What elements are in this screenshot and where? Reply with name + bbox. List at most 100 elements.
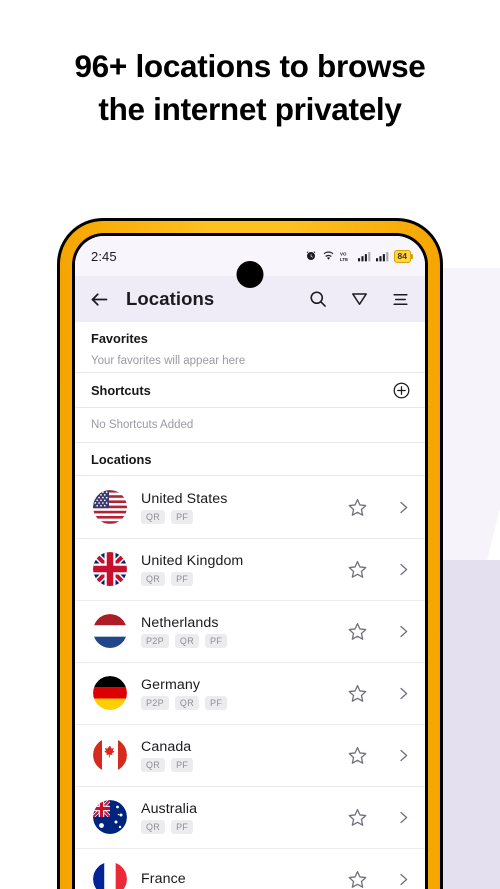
- tag-pf: PF: [171, 757, 194, 772]
- star-outline-icon[interactable]: [347, 621, 368, 642]
- star-outline-icon[interactable]: [347, 807, 368, 828]
- tag-pf: PF: [171, 571, 194, 586]
- location-row-au[interactable]: Australia QR PF: [75, 786, 425, 848]
- flag-icon-gb: [93, 552, 127, 586]
- row-actions: [347, 869, 411, 889]
- location-row-nl[interactable]: Netherlands P2P QR PF: [75, 600, 425, 662]
- page-title: Locations: [126, 288, 215, 309]
- chevron-right-icon[interactable]: [396, 624, 411, 639]
- location-name: United Kingdom: [141, 552, 244, 569]
- phone-mockup: 2:45 VO LTE 84 Locations Favorites Your …: [57, 218, 443, 889]
- section-header-shortcuts: Shortcuts: [75, 373, 425, 407]
- location-text: Canada QR PF: [141, 738, 194, 772]
- row-actions: [347, 621, 411, 642]
- row-actions: [347, 745, 411, 766]
- location-tags: QR PF: [141, 819, 197, 834]
- tag-p2p: P2P: [141, 695, 169, 710]
- star-outline-icon[interactable]: [347, 745, 368, 766]
- location-name: Australia: [141, 800, 198, 817]
- locations-list[interactable]: United States QR PF United Kingdom QR PF Net…: [75, 476, 425, 889]
- location-tags: QR PF: [141, 509, 227, 524]
- back-arrow-icon[interactable]: [89, 289, 110, 310]
- signal-bars-icon: [357, 251, 370, 261]
- location-name: Canada: [141, 738, 192, 755]
- locations-content[interactable]: Favorites Your favorites will appear her…: [75, 322, 425, 889]
- location-name: Netherlands: [141, 614, 219, 631]
- tag-pf: PF: [171, 509, 194, 524]
- tag-qr: QR: [141, 819, 166, 834]
- star-outline-icon[interactable]: [347, 497, 368, 518]
- location-tags: P2P QR PF: [141, 695, 228, 710]
- favorites-empty-text: Your favorites will appear here: [91, 355, 246, 367]
- location-row-us[interactable]: United States QR PF: [75, 476, 425, 538]
- tag-p2p: P2P: [141, 633, 169, 648]
- location-row-ca[interactable]: Canada QR PF: [75, 724, 425, 786]
- shortcuts-title: Shortcuts: [91, 382, 151, 398]
- headline-line-1: 96+ locations to browse: [74, 48, 426, 84]
- location-tags: P2P QR PF: [141, 633, 228, 648]
- location-name: France: [141, 871, 186, 887]
- location-text: Australia QR PF: [141, 801, 197, 834]
- favorites-title: Favorites: [91, 330, 148, 346]
- location-text: United Kingdom QR PF: [141, 553, 243, 586]
- row-actions: [347, 683, 411, 704]
- tag-qr: QR: [174, 695, 200, 710]
- location-tags: QR PF: [141, 757, 194, 772]
- row-actions: [347, 807, 411, 828]
- star-outline-icon[interactable]: [347, 869, 368, 889]
- svg-text:LTE: LTE: [340, 257, 348, 262]
- filter-icon[interactable]: [350, 290, 369, 309]
- plus-circle-icon[interactable]: [392, 381, 411, 400]
- flag-icon-fr: [93, 862, 127, 889]
- phone-frame-inner: 2:45 VO LTE 84 Locations Favorites Your …: [72, 233, 428, 889]
- shortcuts-empty-text: No Shortcuts Added: [91, 419, 194, 431]
- location-row-gb[interactable]: United Kingdom QR PF: [75, 538, 425, 600]
- tag-qr: QR: [141, 509, 166, 524]
- signal-bars-icon: [375, 251, 388, 261]
- app-bar-actions: [308, 289, 410, 309]
- flag-icon-nl: [93, 614, 127, 648]
- location-row-fr[interactable]: France: [75, 848, 425, 889]
- flag-icon-de: [93, 676, 127, 710]
- status-clock: 2:45: [91, 248, 117, 264]
- tag-pf: PF: [205, 695, 228, 710]
- tag-qr: QR: [141, 757, 166, 772]
- phone-screen: 2:45 VO LTE 84 Locations Favorites Your …: [75, 236, 425, 889]
- wifi-icon: [323, 251, 333, 260]
- tag-qr: QR: [174, 633, 200, 648]
- star-outline-icon[interactable]: [347, 559, 368, 580]
- location-text: Germany P2P QR PF: [141, 676, 228, 710]
- chevron-right-icon[interactable]: [396, 748, 411, 763]
- location-name: Germany: [141, 676, 201, 693]
- tag-pf: PF: [171, 819, 194, 834]
- location-row-de[interactable]: Germany P2P QR PF: [75, 662, 425, 724]
- chevron-right-icon[interactable]: [396, 562, 411, 577]
- chevron-right-icon[interactable]: [396, 872, 411, 887]
- sort-icon[interactable]: [391, 290, 410, 309]
- battery-icon: 84: [393, 249, 414, 263]
- row-actions: [347, 559, 411, 580]
- chevron-right-icon[interactable]: [396, 810, 411, 825]
- location-name: United States: [141, 490, 228, 507]
- chevron-right-icon[interactable]: [396, 500, 411, 515]
- headline-line-2: the internet privately: [98, 91, 402, 128]
- star-outline-icon[interactable]: [347, 683, 368, 704]
- section-header-favorites: Favorites: [75, 322, 425, 350]
- search-icon[interactable]: [308, 289, 328, 309]
- screenshot-root: 96+ locations to browse the internet pri…: [0, 0, 500, 889]
- flag-icon-ca: [93, 738, 127, 772]
- location-text: France: [141, 871, 186, 887]
- status-icons: VO LTE 84: [305, 249, 414, 263]
- flag-icon-us: [93, 490, 127, 524]
- page-headline: 96+ locations to browse the internet pri…: [0, 45, 500, 132]
- location-tags: QR PF: [141, 571, 243, 586]
- vowifi-icon: VO LTE: [340, 251, 348, 262]
- chevron-right-icon[interactable]: [396, 686, 411, 701]
- location-text: United States QR PF: [141, 491, 227, 524]
- front-camera-icon: [236, 261, 264, 288]
- tag-pf: PF: [205, 633, 228, 648]
- row-actions: [347, 497, 411, 518]
- alarm-icon: [306, 251, 315, 260]
- phone-frame-band: 2:45 VO LTE 84 Locations Favorites Your …: [60, 221, 440, 889]
- section-header-locations: Locations: [75, 443, 425, 475]
